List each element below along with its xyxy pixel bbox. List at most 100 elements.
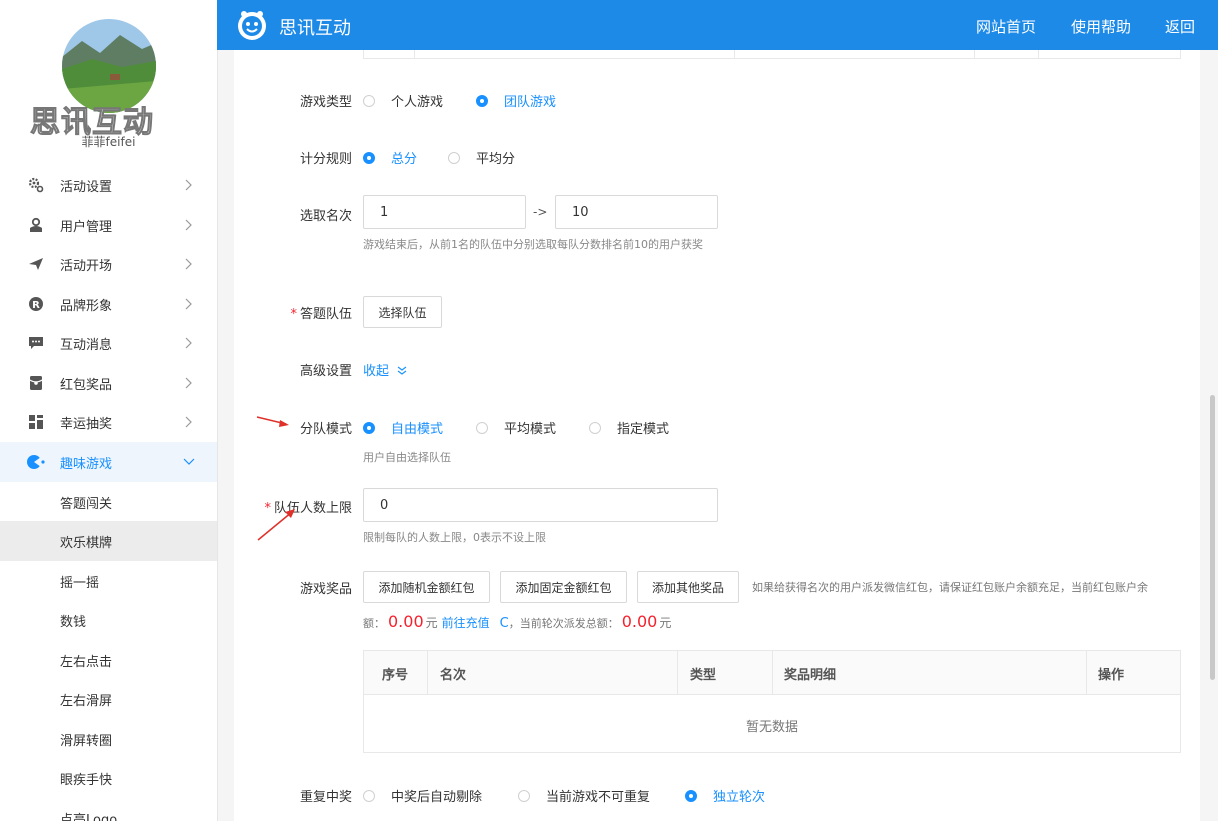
sidebar-subitem-label: 数钱 [60,614,87,630]
sidebar-item-label: 互动消息 [60,337,113,353]
radio-no-repeat-current[interactable]: 当前游戏不可重复 [518,786,650,805]
sidebar-item-brand-image[interactable]: R 品牌形象 [0,284,217,324]
radio-dot [476,421,488,434]
sidebar-item-lucky-draw[interactable]: 幸运抽奖 [0,402,217,442]
column-header-actions: 操作 [1098,668,1125,683]
column-header-type: 类型 [690,668,717,683]
scrolled-table-fragment [363,50,1181,59]
sidebar-subitem-label: 欢乐棋牌 [60,535,113,551]
team-mode-label: 分队模式 [299,422,352,437]
column-header-prize-detail: 奖品明细 [784,668,837,683]
radio-dot [363,789,375,802]
teams-label-text: 答题队伍 [299,307,352,322]
sidebar-item-red-packet-prizes[interactable]: 红包奖品 [0,363,217,403]
red-arrow-icon [257,509,295,541]
sidebar-subitem-label: 左右点击 [60,654,113,670]
table-empty-text: 暂无数据 [745,720,798,735]
prizes-label: 游戏奖品 [299,582,352,597]
radio-label: 总分 [391,152,418,167]
sidebar-item-label: 趣味游戏 [60,456,113,472]
chevron-right-icon [183,377,195,389]
scrollbar-thumb[interactable] [1210,395,1215,680]
sidebar-subitem-left-right-click[interactable]: 左右点击 [0,640,217,680]
balance-line: 额： 0.00 元 前往充值 C ，当前轮次派发总额： 0.00 元 [363,612,671,631]
sidebar-subitem-label: 眼疾手快 [60,772,113,788]
chevron-right-icon [183,219,195,231]
radio-assigned-mode[interactable]: 指定模式 [589,418,669,437]
refresh-icon[interactable]: C [500,616,509,631]
prize-table: 序号 名次 类型 奖品明细 操作 暂无数据 [363,650,1181,753]
radio-average-score[interactable]: 平均分 [448,148,515,167]
advanced-collapse-toggle[interactable]: 收起 [363,360,407,379]
sidebar-subitem-label: 点亮Logo [60,812,118,821]
radio-label: 当前游戏不可重复 [546,790,651,805]
sidebar-item-user-management[interactable]: 用户管理 [0,205,217,245]
back-link[interactable]: 返回 [1165,16,1195,37]
sidebar-item-label: 活动设置 [60,179,113,195]
registered-icon: R [27,295,45,313]
recharge-link[interactable]: 前往充值 [442,614,490,631]
sidebar-subitem-left-right-swipe[interactable]: 左右滑屏 [0,679,217,719]
column-header-index: 序号 [382,668,409,683]
teams-label: * 答题队伍 [250,303,352,322]
red-packet-icon [27,374,45,392]
sidebar-subitem-quiz[interactable]: 答题闯关 [0,482,217,522]
radio-free-mode[interactable]: 自由模式 [363,418,443,437]
rank-range-hint: 游戏结束后，从前1名的队伍中分别选取每队分数排名前10的用户获奖 [363,238,703,251]
radio-dot [363,94,375,107]
score-rule-label: 计分规则 [299,152,352,167]
sidebar: 思讯互动 菲菲feifei 活动设置 用户管理 活动开场 R 品牌形象 互动消息 [0,0,218,821]
sidebar-subitem-count-money[interactable]: 数钱 [0,600,217,640]
username: 菲菲feifei [81,135,136,149]
round-total-label: ，当前轮次派发总额： [508,617,619,630]
sidebar-subitem-quick-eyes[interactable]: 眼疾手快 [0,758,217,798]
sidebar-item-label: 幸运抽奖 [60,416,113,432]
team-limit-input[interactable] [363,488,718,522]
sidebar-item-interactive-messages[interactable]: 互动消息 [0,323,217,363]
range-separator: -> [533,205,548,219]
sidebar-subitem-light-logo[interactable]: 点亮Logo [0,798,217,821]
sidebar-subitem-label: 滑屏转圈 [60,733,113,749]
lottery-icon [27,413,45,431]
required-mark: * [290,307,297,322]
table-header: 序号 名次 类型 奖品明细 操作 [364,651,1180,695]
sidebar-item-fun-games[interactable]: 趣味游戏 [0,442,217,482]
radio-independent-round[interactable]: 独立轮次 [685,786,765,805]
add-random-red-packet-button[interactable]: 添加随机金额红包 [363,571,490,603]
sidebar-subitem-chess-cards[interactable]: 欢乐棋牌 [0,521,217,561]
radio-average-mode[interactable]: 平均模式 [476,418,556,437]
game-icon [27,453,45,471]
svg-text:R: R [32,300,40,311]
sidebar-subitem-label: 左右滑屏 [60,693,113,709]
radio-label: 自由模式 [391,422,444,437]
radio-team-game[interactable]: 团队游戏 [476,91,556,110]
radio-auto-remove[interactable]: 中奖后自动剔除 [363,786,482,805]
radio-label: 中奖后自动剔除 [391,790,483,805]
home-link[interactable]: 网站首页 [976,16,1036,37]
radio-dot [363,151,375,164]
chevron-right-icon [183,337,195,349]
radio-label: 平均模式 [504,422,557,437]
user-icon [27,216,45,234]
sidebar-subitem-shake[interactable]: 摇一摇 [0,561,217,601]
radio-label: 个人游戏 [391,95,444,110]
sidebar-item-activity-settings[interactable]: 活动设置 [0,165,217,205]
radio-total-score[interactable]: 总分 [363,148,417,167]
rank-range-label: 选取名次 [299,209,352,224]
rank-from-input[interactable] [363,195,526,229]
sidebar-item-activity-opening[interactable]: 活动开场 [0,244,217,284]
radio-individual-game[interactable]: 个人游戏 [363,91,443,110]
sidebar-subitem-swipe-circle[interactable]: 滑屏转圈 [0,719,217,759]
radio-dot [518,789,530,802]
select-teams-button[interactable]: 选择队伍 [363,296,442,328]
chevron-right-icon [183,258,195,270]
radio-label: 平均分 [476,152,516,167]
currency-unit: 元 [659,616,672,630]
help-link[interactable]: 使用帮助 [1071,16,1131,37]
radio-dot [448,151,460,164]
add-other-prize-button[interactable]: 添加其他奖品 [637,571,739,603]
radio-dot [363,421,375,434]
rank-to-input[interactable] [555,195,718,229]
double-chevron-up-icon [397,366,407,375]
add-fixed-red-packet-button[interactable]: 添加固定金额红包 [500,571,627,603]
